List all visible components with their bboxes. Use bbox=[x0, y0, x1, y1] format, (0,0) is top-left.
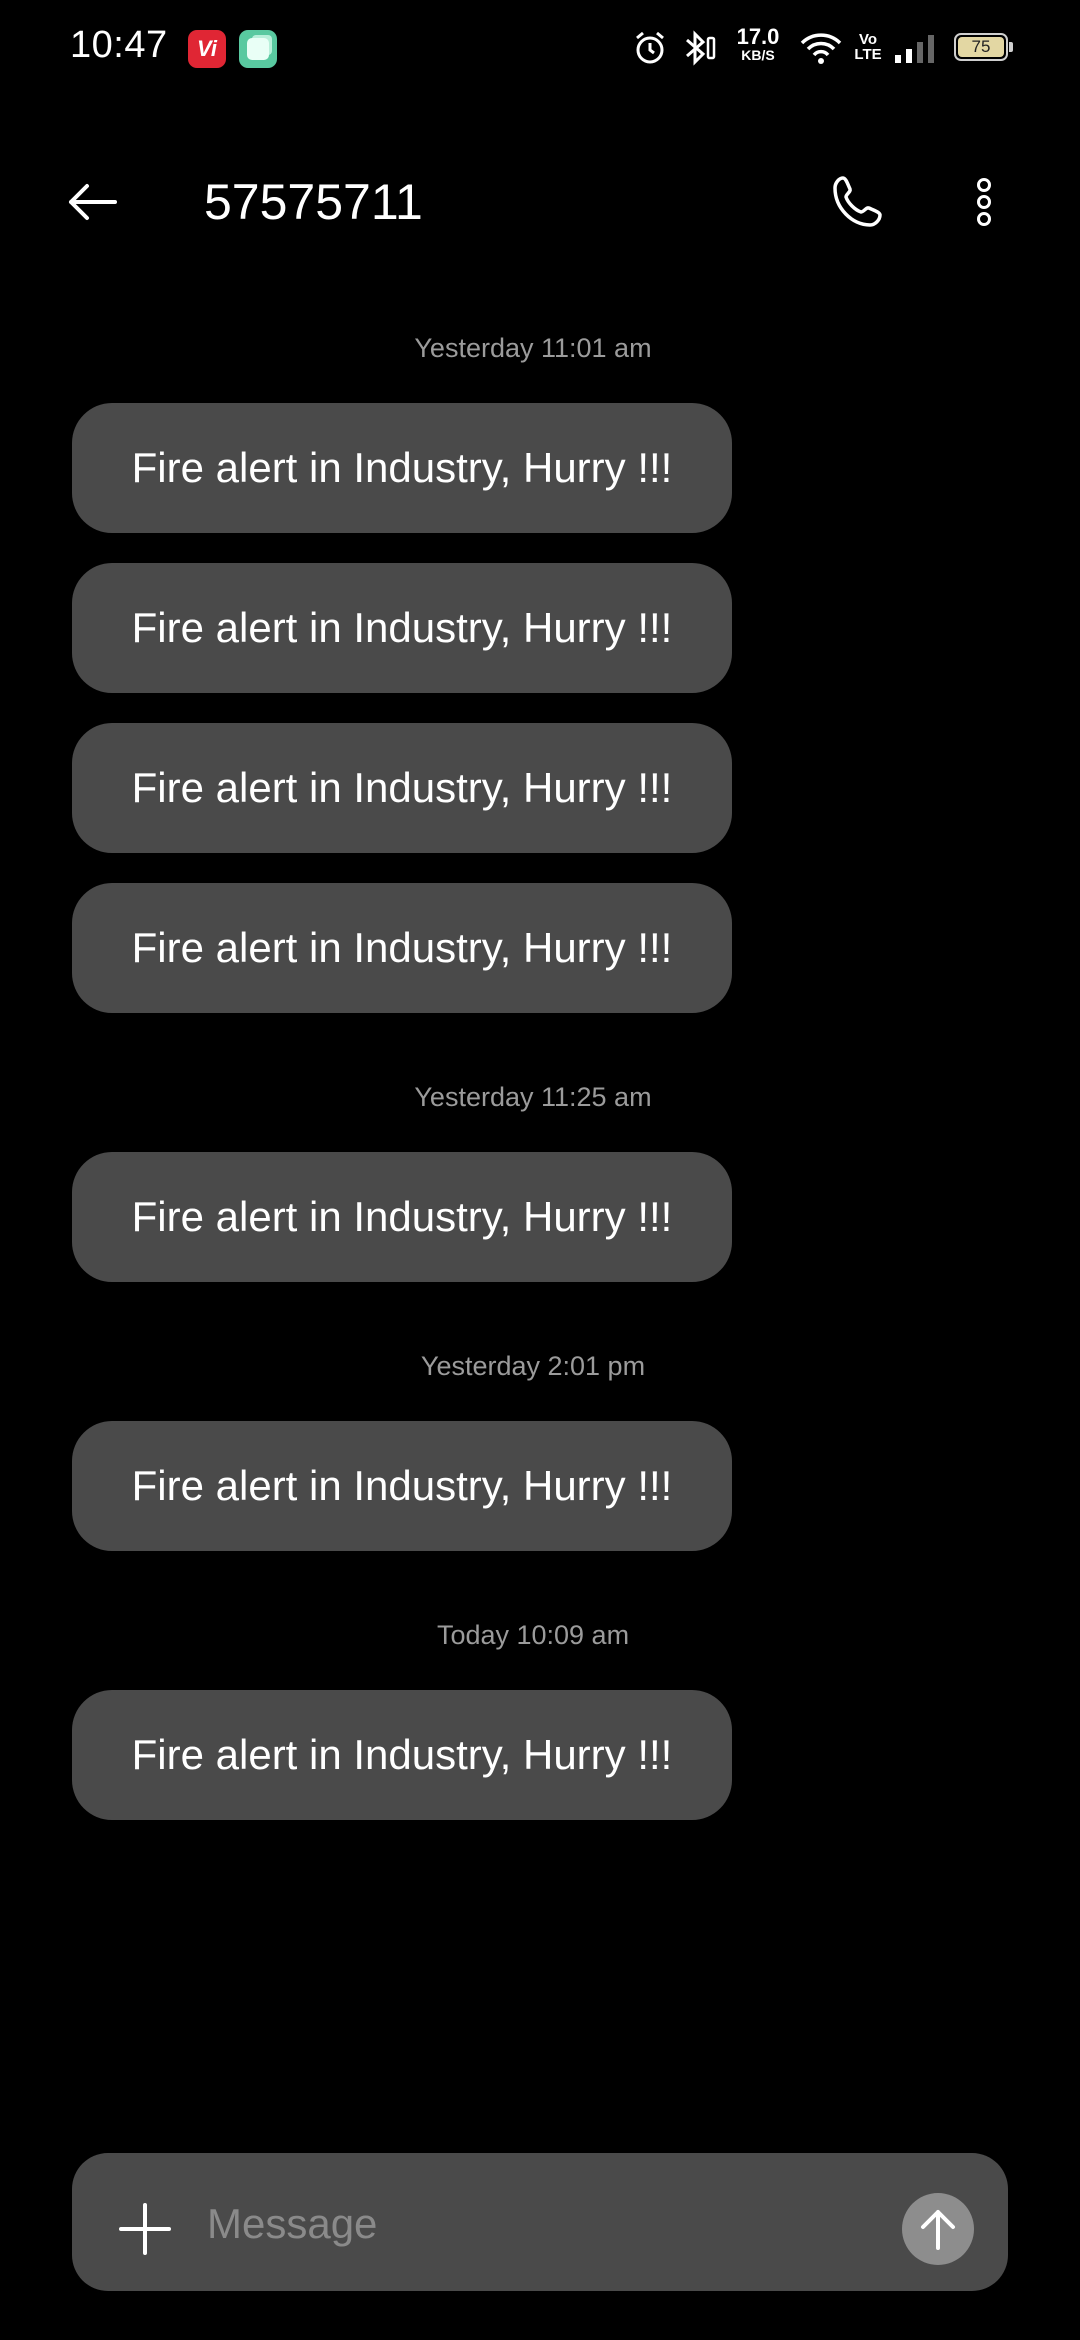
message-bubble[interactable]: Fire alert in Industry, Hurry !!! bbox=[72, 1690, 732, 1820]
network-speed: 17.0 KB/S bbox=[734, 24, 782, 63]
alarm-icon bbox=[630, 28, 670, 68]
phone-icon bbox=[833, 176, 882, 227]
plus-icon bbox=[119, 2203, 171, 2255]
timestamp: Yesterday 11:25 am bbox=[414, 1082, 652, 1112]
notification-app-icon bbox=[239, 30, 277, 68]
send-button[interactable] bbox=[902, 2193, 974, 2265]
call-button[interactable] bbox=[828, 172, 888, 232]
bluetooth-icon bbox=[680, 28, 720, 68]
battery-level: 75 bbox=[971, 37, 991, 56]
timestamp: Today 10:09 am bbox=[436, 1620, 630, 1650]
message-bubble[interactable]: Fire alert in Industry, Hurry !!! bbox=[72, 563, 732, 693]
message-input[interactable] bbox=[205, 2190, 889, 2258]
message-bubble[interactable]: Fire alert in Industry, Hurry !!! bbox=[72, 723, 732, 853]
timestamp: Yesterday 2:01 pm bbox=[420, 1351, 646, 1381]
more-options-button[interactable] bbox=[954, 172, 1014, 232]
net-speed-unit: KB/S bbox=[741, 47, 775, 63]
battery-indicator: 75 bbox=[954, 33, 1008, 61]
status-time: 10:47 bbox=[70, 24, 168, 66]
signal-icon bbox=[892, 28, 938, 68]
battery-tip bbox=[1009, 42, 1013, 52]
net-speed-value: 17.0 bbox=[736, 24, 780, 49]
back-button[interactable] bbox=[62, 172, 122, 232]
vi-app-label: Vi bbox=[197, 36, 217, 61]
vi-app-icon: Vi bbox=[188, 30, 226, 68]
timestamp: Yesterday 11:01 am bbox=[414, 333, 652, 363]
message-bubble[interactable]: Fire alert in Industry, Hurry !!! bbox=[72, 883, 732, 1013]
more-vert-icon bbox=[977, 178, 991, 226]
volte-indicator: Vo LTE bbox=[853, 32, 883, 62]
contact-title: 57575711 bbox=[204, 174, 423, 230]
volte-bottom: LTE bbox=[854, 46, 882, 63]
message-bubble[interactable]: Fire alert in Industry, Hurry !!! bbox=[72, 403, 732, 533]
wifi-icon bbox=[798, 28, 844, 68]
message-bubble[interactable]: Fire alert in Industry, Hurry !!! bbox=[72, 1152, 732, 1282]
message-bubble[interactable]: Fire alert in Industry, Hurry !!! bbox=[72, 1421, 732, 1551]
volte-top: Vo bbox=[858, 31, 878, 48]
attach-button[interactable] bbox=[110, 2194, 180, 2264]
send-arrow-up-icon bbox=[921, 2210, 955, 2250]
back-arrow-icon bbox=[69, 184, 117, 220]
